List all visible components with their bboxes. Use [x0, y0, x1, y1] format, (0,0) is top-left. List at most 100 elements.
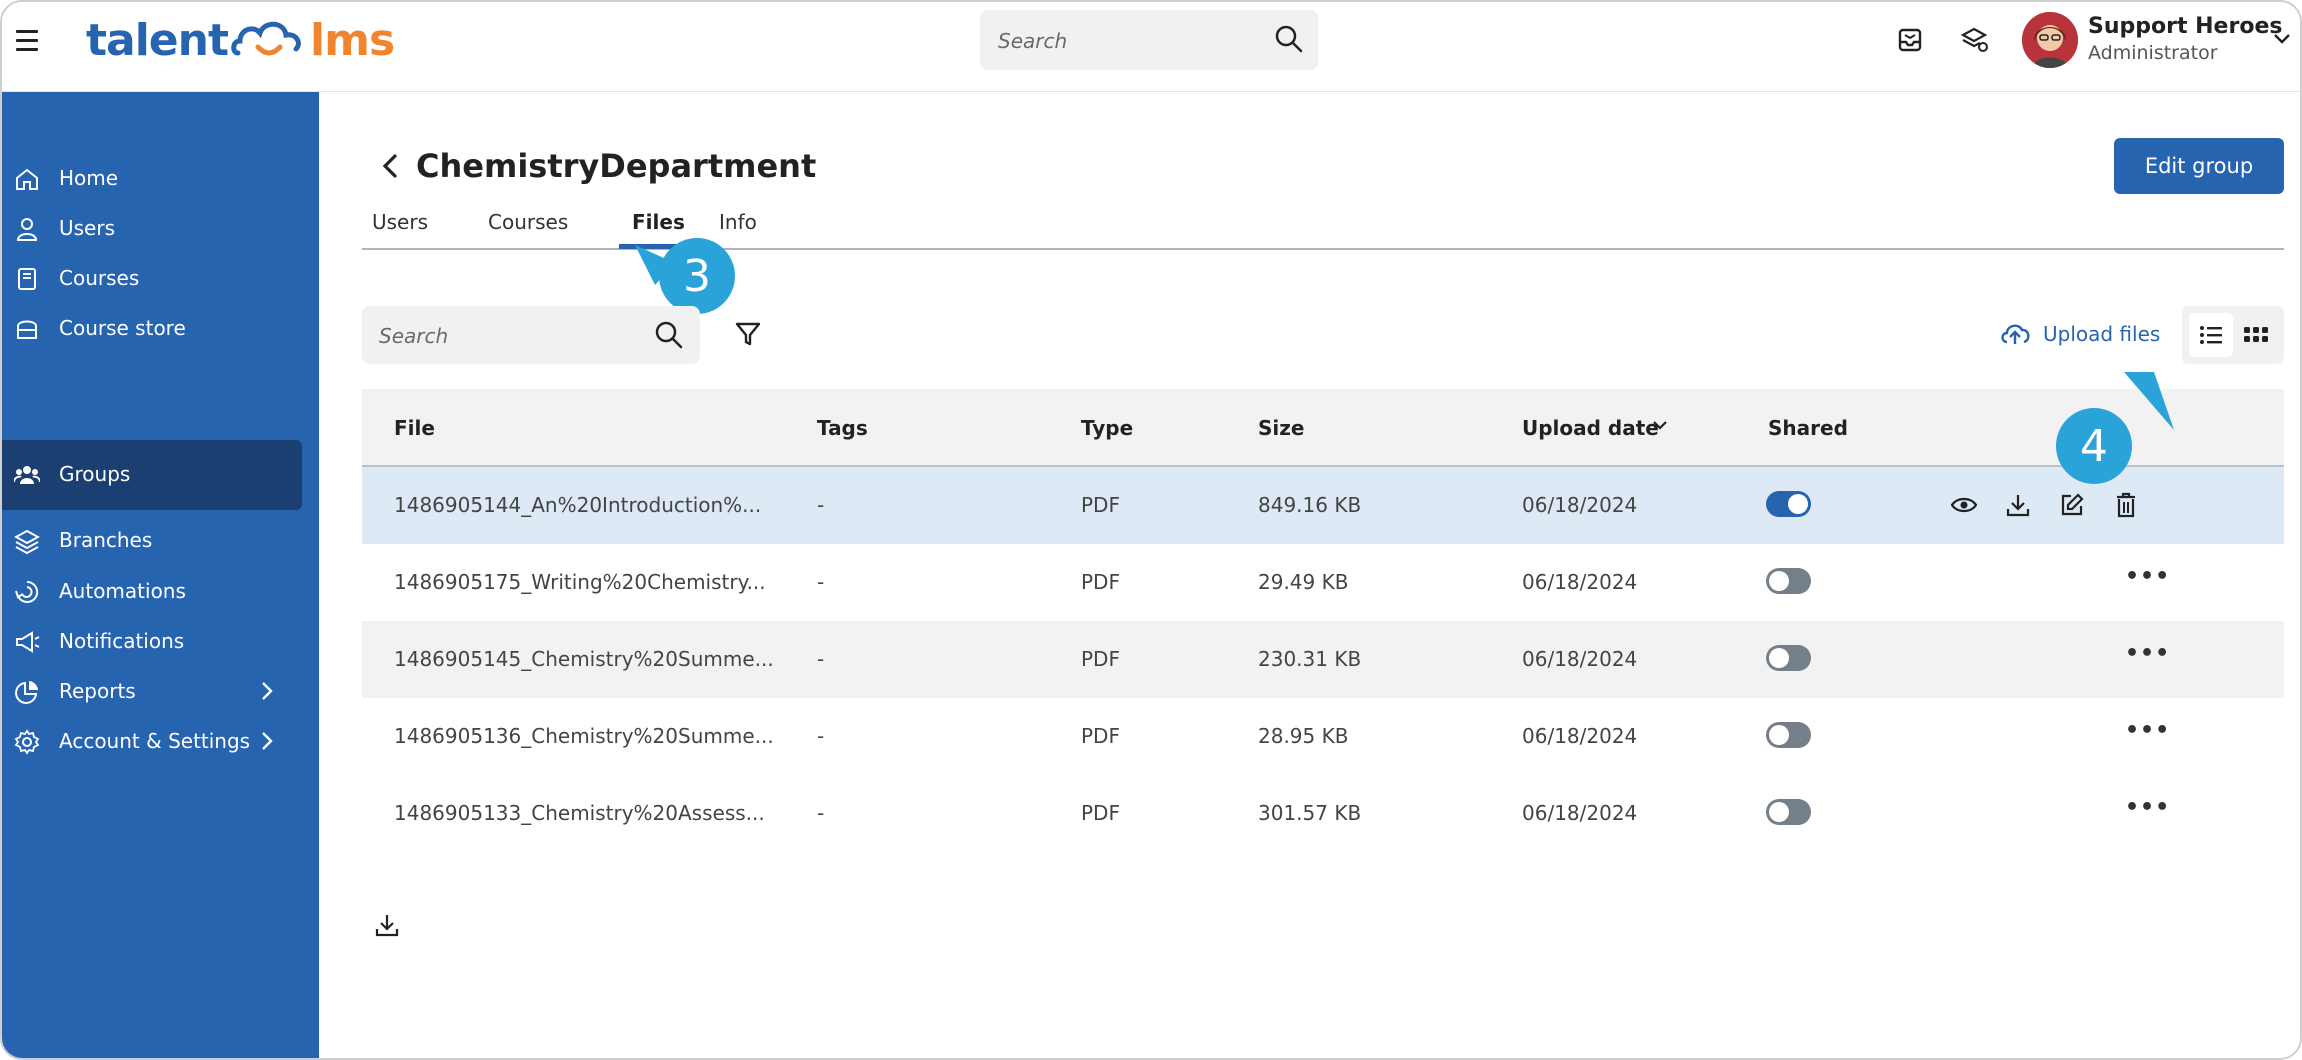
eye-icon: [1951, 497, 1977, 513]
download-button[interactable]: [2002, 489, 2034, 521]
megaphone-icon: [16, 631, 40, 653]
tab-info[interactable]: Info: [719, 210, 757, 234]
file-name[interactable]: 1486905175_Writing%20Chemistry...: [394, 570, 766, 594]
edit-icon: [2061, 493, 2084, 516]
user-menu[interactable]: Support Heroes Administrator: [2022, 10, 2297, 74]
tab-files[interactable]: Files: [632, 210, 685, 234]
file-type: PDF: [1081, 647, 1120, 671]
file-upload-date: 06/18/2024: [1522, 724, 1638, 748]
file-type: PDF: [1081, 801, 1120, 825]
file-upload-date: 06/18/2024: [1522, 570, 1638, 594]
file-size: 28.95 KB: [1258, 724, 1349, 748]
column-header-type[interactable]: Type: [1081, 416, 1133, 440]
user-icon: [16, 218, 38, 241]
tab-users[interactable]: Users: [372, 210, 428, 234]
files-table: File Tags Type Size Upload date Shared 1…: [362, 389, 2284, 852]
sidebar-item-label: Automations: [59, 579, 186, 603]
more-options-icon[interactable]: •••: [2125, 564, 2170, 589]
step-callout-3: 3: [659, 238, 735, 314]
shared-toggle[interactable]: [1766, 491, 1811, 517]
top-bar: talent lms Search Support Heroes Adminis…: [2, 2, 2300, 92]
file-name[interactable]: 1486905145_Chemistry%20Summe...: [394, 647, 774, 671]
chevron-right-icon: [262, 732, 273, 750]
file-size: 230.31 KB: [1258, 647, 1362, 671]
sidebar-item-groups[interactable]: Groups: [2, 440, 302, 510]
hamburger-menu-icon[interactable]: [16, 30, 38, 52]
search-icon[interactable]: [1274, 24, 1304, 54]
column-header-size[interactable]: Size: [1258, 416, 1304, 440]
sort-chevron-down-icon[interactable]: [1651, 419, 1669, 433]
shared-toggle[interactable]: [1766, 722, 1811, 748]
more-options-icon[interactable]: •••: [2125, 718, 2170, 743]
search-icon[interactable]: [654, 320, 684, 350]
file-upload-date: 06/18/2024: [1522, 647, 1638, 671]
file-name[interactable]: 1486905133_Chemistry%20Assess...: [394, 801, 765, 825]
delete-button[interactable]: [2110, 489, 2142, 521]
file-name[interactable]: 1486905136_Chemistry%20Summe...: [394, 724, 774, 748]
chevron-right-icon: [262, 682, 273, 700]
table-row[interactable]: 1486905145_Chemistry%20Summe... - PDF 23…: [362, 621, 2284, 698]
file-type: PDF: [1081, 493, 1120, 517]
file-size: 849.16 KB: [1258, 493, 1362, 517]
file-tags: -: [817, 570, 825, 594]
sidebar-item-label: Account & Settings: [59, 729, 251, 753]
shared-toggle[interactable]: [1766, 645, 1811, 671]
file-size: 301.57 KB: [1258, 801, 1362, 825]
sidebar-item-label: Groups: [59, 462, 131, 486]
file-name[interactable]: 1486905144_An%20Introduction%...: [394, 493, 761, 517]
grid-view-button[interactable]: [2234, 313, 2278, 357]
sidebar-item-label: Notifications: [59, 629, 185, 653]
filter-icon[interactable]: [734, 320, 762, 348]
sidebar-item-label: Home: [59, 166, 119, 190]
table-row[interactable]: 1486905175_Writing%20Chemistry... - PDF …: [362, 544, 2284, 621]
more-options-icon[interactable]: •••: [2125, 641, 2170, 666]
view-toggle: [2182, 306, 2284, 364]
chevron-down-icon[interactable]: [2272, 32, 2292, 46]
talentlms-logo[interactable]: talent lms: [86, 10, 395, 70]
list-view-button[interactable]: [2189, 313, 2233, 357]
edit-button[interactable]: [2056, 489, 2088, 521]
sidebar-item-account-settings[interactable]: Account & Settings: [2, 707, 302, 775]
layers-settings-icon[interactable]: [1958, 24, 1990, 56]
user-name: Support Heroes: [2088, 14, 2283, 39]
download-all-icon[interactable]: [374, 912, 400, 938]
tab-courses[interactable]: Courses: [488, 210, 568, 234]
more-options-icon[interactable]: •••: [2125, 795, 2170, 820]
download-icon: [2006, 495, 2030, 517]
file-tags: -: [817, 801, 825, 825]
sidebar-item-course-store[interactable]: Course store: [2, 294, 302, 362]
gear-icon: [14, 729, 40, 755]
file-upload-date: 06/18/2024: [1522, 801, 1638, 825]
column-header-tags[interactable]: Tags: [817, 416, 868, 440]
home-icon: [16, 168, 38, 190]
inbox-icon[interactable]: [1894, 24, 1926, 56]
groups-icon: [14, 466, 40, 484]
sidebar-item-label: Course store: [59, 316, 186, 340]
table-row[interactable]: 1486905144_An%20Introduction%... - PDF 8…: [362, 467, 2284, 544]
file-type: PDF: [1081, 570, 1120, 594]
cloud-upload-icon: [2001, 324, 2030, 344]
shared-toggle[interactable]: [1766, 799, 1811, 825]
step-callout-4: 4: [2056, 408, 2132, 484]
upload-files-link[interactable]: Upload files: [1999, 320, 2160, 348]
table-row[interactable]: 1486905133_Chemistry%20Assess... - PDF 3…: [362, 775, 2284, 852]
column-header-upload-date[interactable]: Upload date: [1522, 416, 1659, 440]
page-title: ChemistryDepartment: [416, 147, 817, 185]
file-type: PDF: [1081, 724, 1120, 748]
files-search-placeholder: Search: [379, 324, 449, 348]
user-role: Administrator: [2088, 42, 2218, 64]
files-search-input[interactable]: Search: [362, 306, 700, 364]
shared-toggle[interactable]: [1766, 568, 1811, 594]
book-icon: [18, 268, 36, 290]
file-tags: -: [817, 493, 825, 517]
back-arrow-icon[interactable]: [379, 152, 401, 180]
column-header-shared[interactable]: Shared: [1768, 416, 1848, 440]
file-tags: -: [817, 647, 825, 671]
global-search-placeholder: Search: [998, 29, 1068, 53]
list-icon: [2200, 326, 2222, 344]
edit-group-button[interactable]: Edit group: [2114, 138, 2284, 194]
global-search-input[interactable]: Search: [980, 10, 1318, 70]
table-row[interactable]: 1486905136_Chemistry%20Summe... - PDF 28…: [362, 698, 2284, 775]
column-header-file[interactable]: File: [394, 416, 435, 440]
preview-button[interactable]: [1948, 489, 1980, 521]
